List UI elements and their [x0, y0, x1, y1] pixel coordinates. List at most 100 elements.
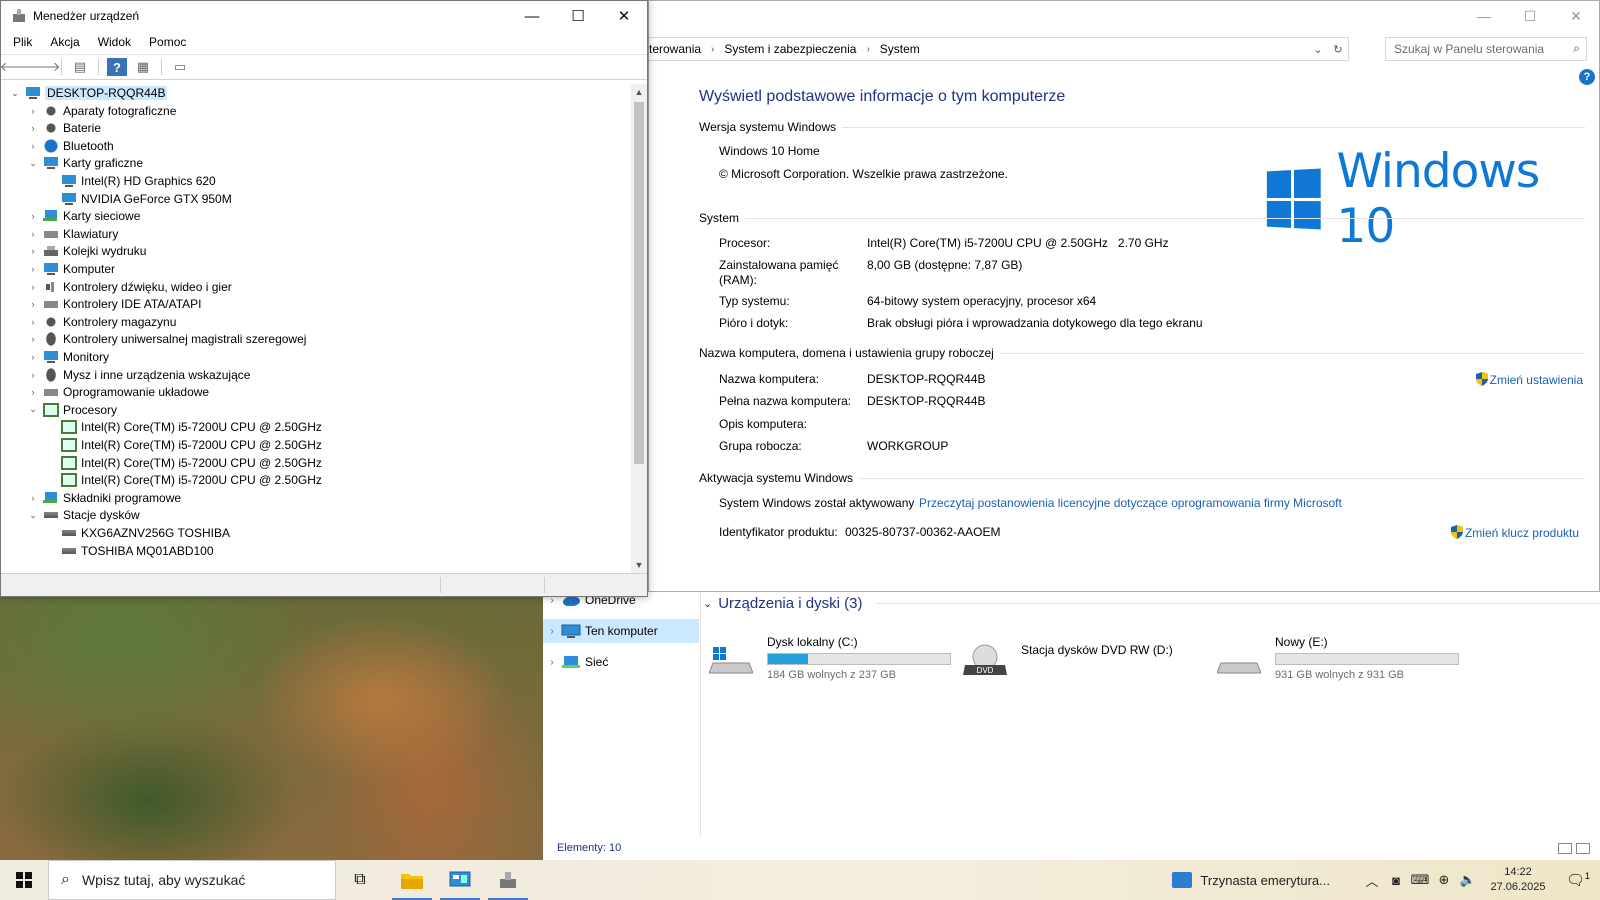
tree-category[interactable]: › Bluetooth [25, 137, 114, 155]
tree-device[interactable]: NVIDIA GeForce GTX 950M [43, 190, 232, 208]
tree-category[interactable]: ⌄ Karty graficzne [25, 154, 143, 172]
large-icons-view-icon[interactable] [1576, 843, 1590, 854]
file-explorer-icon[interactable] [388, 860, 436, 900]
chevron-up-icon[interactable]: ︿ [1360, 871, 1384, 890]
menu-action[interactable]: Akcja [38, 32, 87, 52]
chevron-right-icon[interactable]: › [25, 106, 41, 116]
chevron-right-icon[interactable]: › [25, 141, 41, 151]
chevron-down-icon[interactable]: ⌄ [25, 510, 41, 521]
properties-icon[interactable]: ▤ [70, 58, 90, 76]
nav-item-network[interactable]: › Sieć [543, 650, 699, 674]
chevron-down-icon[interactable]: ⌄ [25, 158, 41, 169]
task-view-icon[interactable]: ⧉ [336, 860, 384, 900]
chevron-right-icon[interactable]: › [25, 123, 41, 133]
tree-category[interactable]: › Klawiatury [25, 225, 118, 243]
drive-c[interactable]: Dysk lokalny (C:) 184 GB wolnych z 237 G… [709, 635, 951, 685]
chevron-right-icon[interactable]: › [25, 317, 41, 327]
control-panel-icon[interactable] [436, 860, 484, 900]
search-icon[interactable]: ⌕ [1573, 41, 1580, 56]
chevron-down-icon[interactable]: ⌄ [1308, 43, 1328, 56]
tree-category[interactable]: › Kontrolery dźwięku, wideo i gier [25, 278, 232, 296]
nav-item-this-pc[interactable]: › Ten komputer [543, 619, 699, 643]
close-button[interactable]: ✕ [1553, 1, 1599, 31]
license-terms-link[interactable]: Przeczytaj postanowienia licencyjne doty… [919, 496, 1342, 510]
close-button[interactable]: ✕ [601, 1, 647, 31]
menu-help[interactable]: Pomoc [137, 32, 194, 52]
tree-category[interactable]: › Kolejki wydruku [25, 242, 146, 260]
forward-icon[interactable]: 🡒 [26, 58, 61, 76]
tree-device[interactable]: TOSHIBA MQ01ABD100 [43, 542, 214, 560]
tree-category[interactable]: › Karty sieciowe [25, 207, 140, 225]
chevron-right-icon[interactable]: › [543, 626, 561, 637]
details-view-icon[interactable] [1558, 843, 1572, 854]
change-settings-label[interactable]: Zmień ustawienia [1490, 373, 1583, 387]
chevron-down-icon[interactable]: ⌄ [703, 597, 712, 610]
tree-device[interactable]: Intel(R) Core(TM) i5-7200U CPU @ 2.50GHz [43, 454, 322, 472]
chevron-right-icon[interactable]: › [711, 44, 714, 55]
change-settings-link[interactable]: Zmień ustawienia [1475, 372, 1583, 387]
chevron-right-icon[interactable]: › [25, 229, 41, 239]
device-manager-taskbar-icon[interactable] [484, 860, 532, 900]
scrollbar-thumb[interactable] [634, 102, 644, 464]
address-bar[interactable]: terowania › System i zabezpieczenia › Sy… [649, 37, 1349, 61]
notification-center-icon[interactable]: 🗨1 [1556, 871, 1600, 889]
tree-category[interactable]: ⌄ Procesory [25, 401, 117, 419]
breadcrumb-control-panel[interactable]: terowania [649, 42, 701, 56]
chevron-right-icon[interactable]: › [543, 657, 561, 668]
chevron-right-icon[interactable]: › [25, 370, 41, 380]
maximize-button[interactable]: ☐ [555, 1, 601, 31]
tree-device[interactable]: KXG6AZNV256G TOSHIBA [43, 524, 230, 542]
chevron-right-icon[interactable]: › [25, 334, 41, 344]
tree-category[interactable]: › Składniki programowe [25, 489, 181, 507]
help-icon[interactable]: ? [1579, 69, 1595, 85]
chevron-right-icon[interactable]: › [25, 282, 41, 292]
tree-category[interactable]: ⌄ Stacje dysków [25, 506, 140, 524]
tree-device[interactable]: Intel(R) Core(TM) i5-7200U CPU @ 2.50GHz [43, 418, 322, 436]
chevron-down-icon[interactable]: ⌄ [7, 88, 23, 99]
monitor-icon[interactable]: ▭ [170, 58, 190, 76]
tree-category[interactable]: › Monitory [25, 348, 109, 366]
view-icon[interactable]: ▦ [133, 58, 153, 76]
tree-category[interactable]: › Mysz i inne urządzenia wskazujące [25, 366, 250, 384]
minimize-button[interactable]: — [509, 1, 555, 31]
breadcrumb-system-security[interactable]: System i zabezpieczenia [724, 42, 856, 56]
chevron-right-icon[interactable]: › [25, 352, 41, 362]
devices-group-header[interactable]: ⌄ Urządzenia i dyski (3) [703, 595, 1600, 612]
change-key-label[interactable]: Zmień klucz produktu [1465, 526, 1579, 540]
chevron-right-icon[interactable]: › [25, 264, 41, 274]
maximize-button[interactable]: ☐ [1507, 1, 1553, 31]
clock[interactable]: 14:22 27.06.2025 [1480, 865, 1556, 895]
camera-icon[interactable]: ◙ [1384, 873, 1408, 888]
tree-device[interactable]: Intel(R) HD Graphics 620 [43, 172, 216, 190]
news-widget[interactable]: Trzynasta emerytura... [1172, 872, 1330, 888]
search-input[interactable]: Szukaj w Panelu sterowania ⌕ [1385, 37, 1587, 61]
chevron-right-icon[interactable]: › [25, 211, 41, 221]
tree-device[interactable]: Intel(R) Core(TM) i5-7200U CPU @ 2.50GHz [43, 471, 322, 489]
tree-category[interactable]: › Kontrolery IDE ATA/ATAPI [25, 295, 202, 313]
minimize-button[interactable]: — [1461, 1, 1507, 31]
chevron-right-icon[interactable]: › [25, 299, 41, 309]
start-button[interactable] [0, 860, 48, 900]
breadcrumb-system[interactable]: System [880, 42, 920, 56]
chevron-right-icon[interactable]: › [25, 387, 41, 397]
scrollbar[interactable]: ▲ ▼ [631, 84, 647, 573]
menu-view[interactable]: Widok [86, 32, 139, 52]
tree-category[interactable]: › Oprogramowanie układowe [25, 383, 209, 401]
tree-category[interactable]: › Baterie [25, 119, 101, 137]
scroll-up-icon[interactable]: ▲ [631, 84, 647, 100]
drive-d[interactable]: DVD Stacja dysków DVD RW (D:) [963, 635, 1203, 685]
input-method-icon[interactable]: ⌨ [1408, 872, 1432, 888]
change-product-key-link[interactable]: Zmień klucz produktu [1450, 525, 1579, 540]
tree-category[interactable]: › Kontrolery uniwersalnej magistrali szer… [25, 330, 306, 348]
tree-device[interactable]: Intel(R) Core(TM) i5-7200U CPU @ 2.50GHz [43, 436, 322, 454]
tree-category[interactable]: › Aparaty fotograficzne [25, 102, 176, 120]
refresh-icon[interactable]: ↻ [1328, 43, 1348, 56]
network-globe-icon[interactable]: ⊕ [1432, 872, 1456, 888]
scroll-down-icon[interactable]: ▼ [631, 557, 647, 573]
tree-root[interactable]: ⌄ DESKTOP-RQQR44B [7, 84, 168, 102]
menu-file[interactable]: Plik [1, 32, 40, 52]
taskbar-search-box[interactable]: ⌕ Wpisz tutaj, aby wyszukać [48, 860, 336, 900]
chevron-right-icon[interactable]: › [866, 44, 869, 55]
back-icon[interactable]: 🡐 [0, 58, 34, 76]
tree-category[interactable]: › Komputer [25, 260, 115, 278]
